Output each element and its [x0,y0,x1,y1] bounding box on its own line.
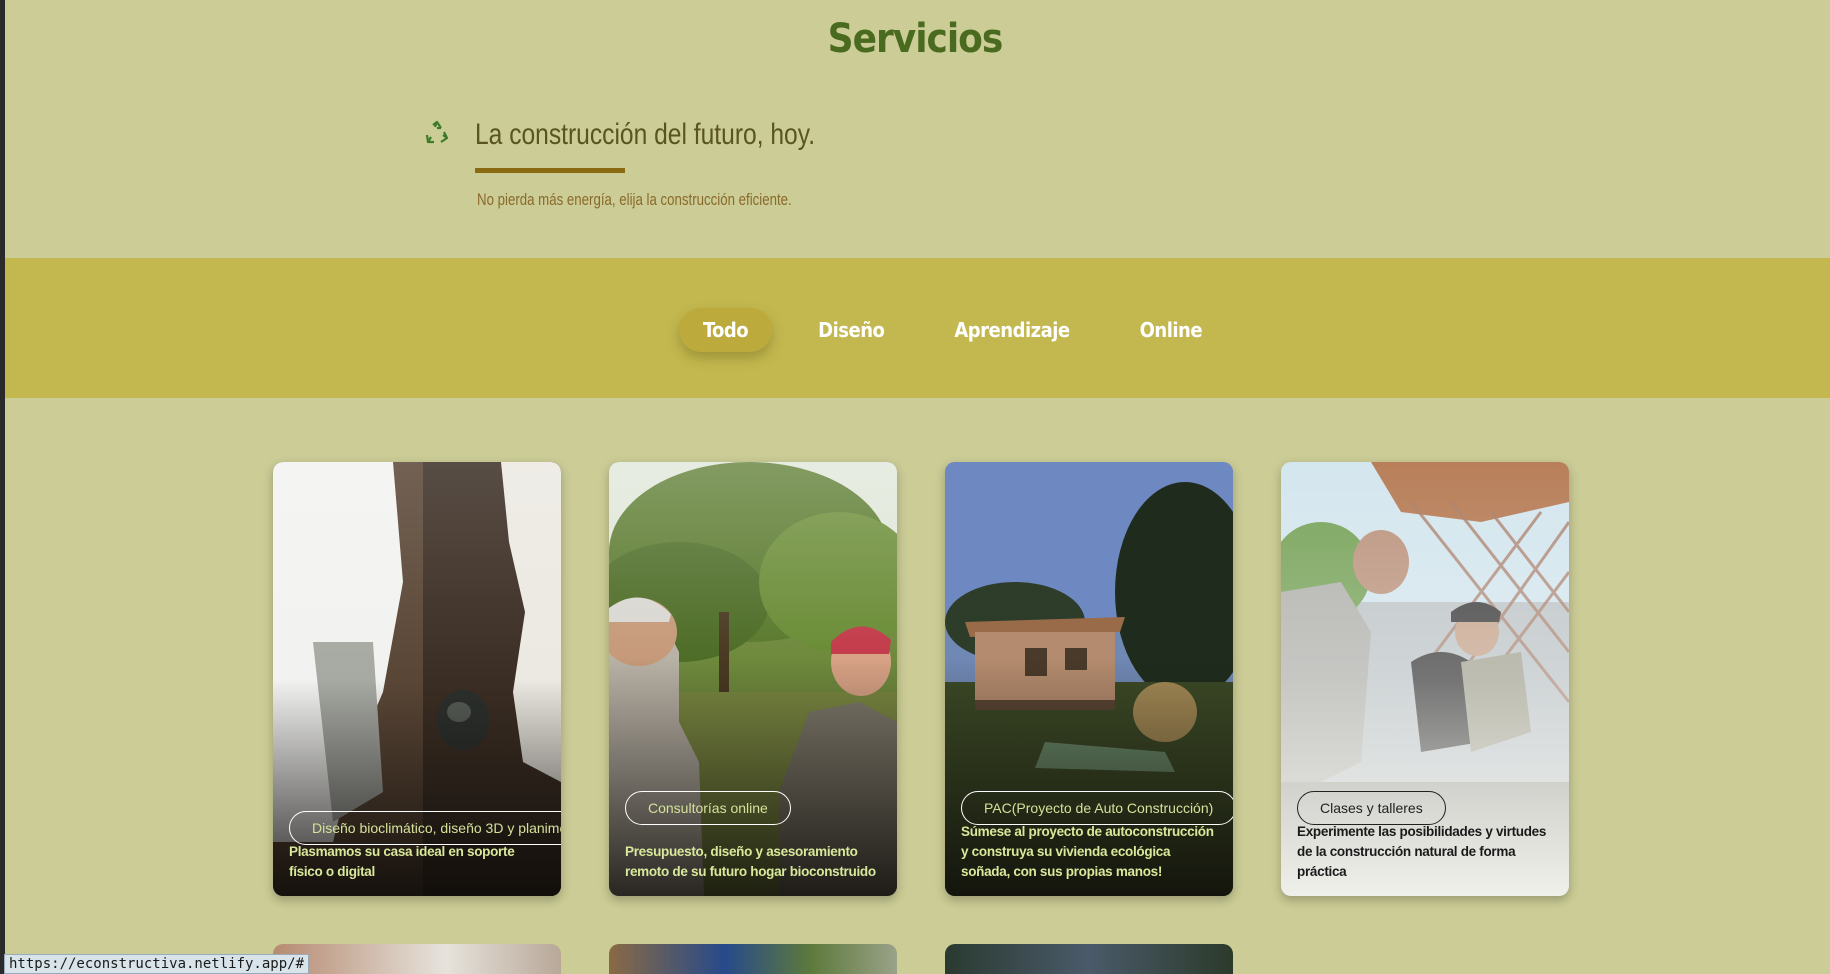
filter-tab-diseno[interactable]: Diseño [794,308,908,352]
service-card-design[interactable]: Diseño bioclimático, diseño 3D y planime… [273,462,561,896]
tagline: La construcción del futuro, hoy. [475,118,816,151]
filter-tab-online[interactable]: Online [1116,308,1226,352]
card-tag: Diseño bioclimático, diseño 3D y planime… [289,811,561,845]
service-card-peek[interactable] [945,944,1233,974]
recycle-icon [425,120,449,144]
card-tag: Consultorías online [625,791,791,825]
filter-band: Todo Diseño Aprendizaje Online [5,258,1830,398]
page-title: Servicios [827,16,1004,62]
card-tag: Clases y talleres [1297,791,1446,825]
service-card-pac[interactable]: PAC(Proyecto de Auto Construcción) Súmes… [945,462,1233,896]
window-edge [0,0,5,974]
status-bar-url: https://econstructiva.netlify.app/# [4,954,310,974]
card-tag: PAC(Proyecto de Auto Construcción) [961,791,1233,825]
filter-tab-todo[interactable]: Todo [678,308,773,352]
card-description: Presupuesto, diseño y asesoramiento remo… [625,844,876,879]
service-card-peek[interactable] [609,944,897,974]
service-card-peek[interactable] [273,944,561,974]
card-description: Súmese al proyecto de autoconstrucción y… [961,824,1214,879]
tagline-underline [475,168,625,173]
card-description: Experimente las posibilidades y virtudes… [1297,824,1547,879]
service-card-workshops[interactable]: Clases y talleres Experimente las posibi… [1281,462,1569,896]
filter-tabs: Todo Diseño Aprendizaje Online [5,308,1830,352]
filter-tab-aprendizaje[interactable]: Aprendizaje [930,308,1093,352]
service-card-online-consulting[interactable]: Consultorías online Presupuesto, diseño … [609,462,897,896]
card-description: Plasmamos su casa ideal en soporte físic… [289,844,515,879]
card-gradient [609,462,897,896]
subtagline: No pierda más energía, elija la construc… [477,190,792,209]
